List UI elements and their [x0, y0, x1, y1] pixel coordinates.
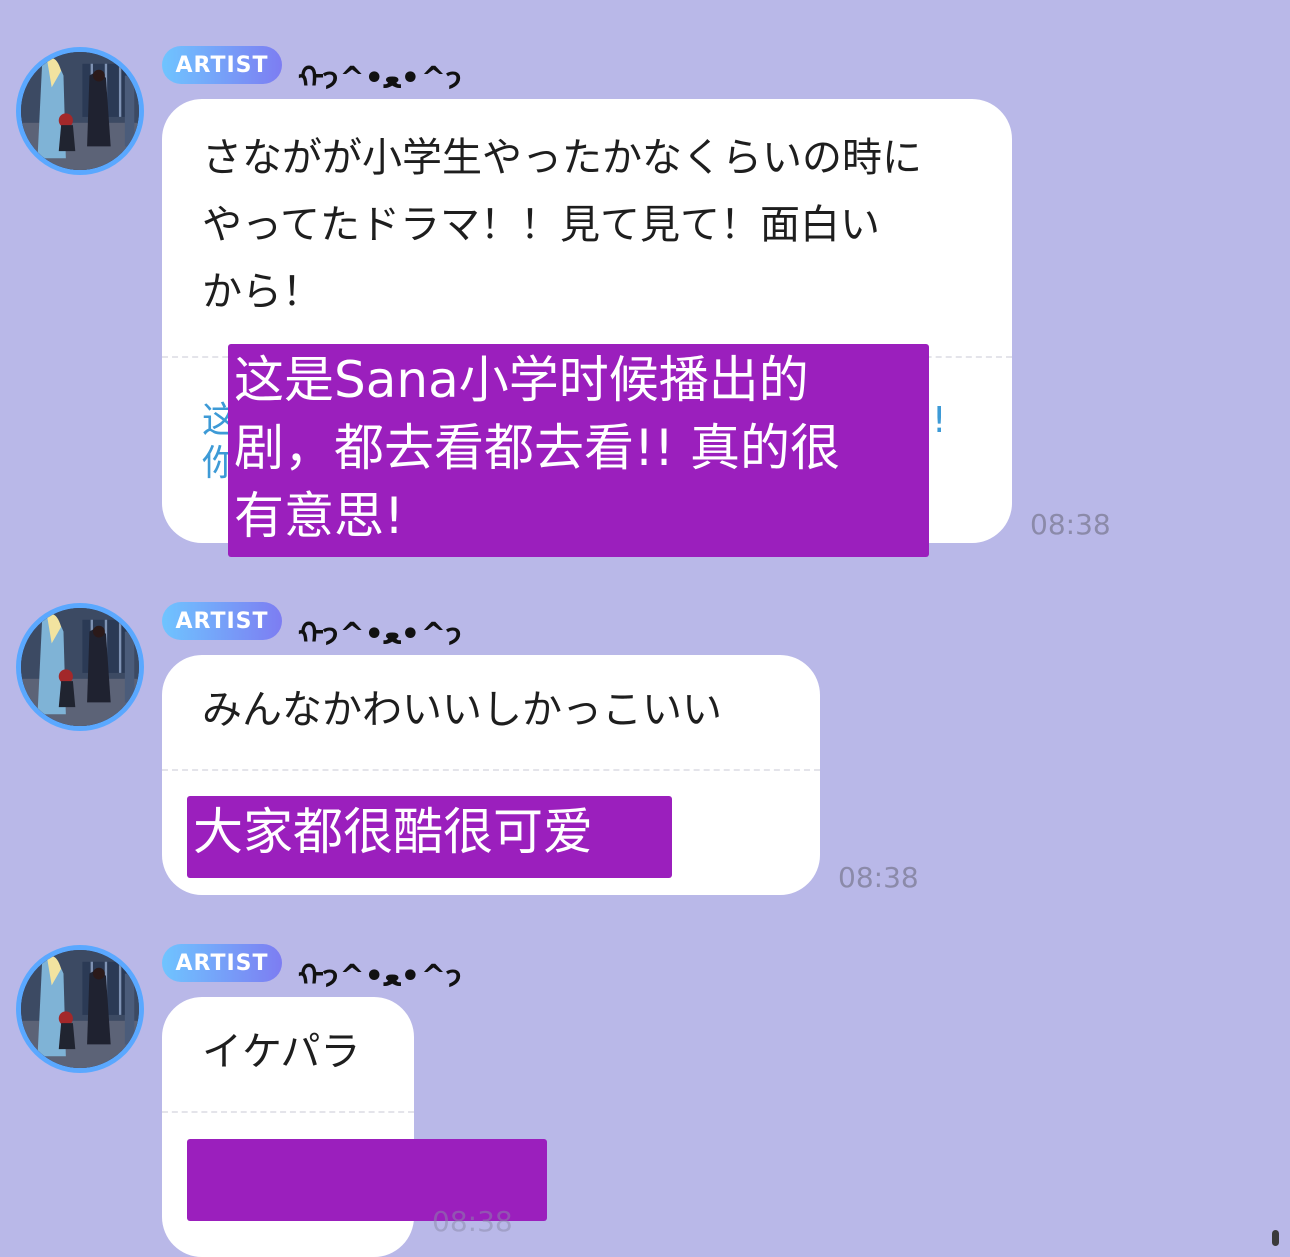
timestamp: 08:38 [432, 1205, 513, 1238]
timestamp: 08:38 [838, 861, 919, 894]
message-text: イケパラ [202, 1029, 361, 1075]
translation-overlay: 这是Sana小学时候播出的 剧，都去看都去看!! 真的很 有意思! [228, 344, 929, 557]
artist-badge: ARTIST [162, 944, 282, 982]
sender-name[interactable]: ᡣ𐭩^•ﻌ•^𐭩 [298, 942, 463, 997]
translation-overlay: 大家都很酷很可爱 [187, 796, 672, 878]
sender-name[interactable]: ᡣ𐭩^•ﻌ•^𐭩 [298, 44, 463, 99]
scrollbar[interactable] [1272, 1230, 1279, 1246]
avatar[interactable] [16, 47, 144, 175]
divider [162, 769, 820, 771]
timestamp: 08:38 [1030, 508, 1111, 541]
anime-scene-avatar-icon [21, 52, 139, 170]
message-text: さながが小学生やったかなくらいの時に やってたドラマ！！見て見て！面白い から！ [202, 135, 922, 315]
artist-badge: ARTIST [162, 46, 282, 84]
message-text: みんなかわいいしかっこいい [202, 687, 722, 733]
anime-scene-avatar-icon [21, 950, 139, 1068]
translation-tail: ! [932, 400, 947, 441]
avatar[interactable] [16, 945, 144, 1073]
anime-scene-avatar-icon [21, 608, 139, 726]
artist-badge: ARTIST [162, 602, 282, 640]
sender-name[interactable]: ᡣ𐭩^•ﻌ•^𐭩 [298, 600, 463, 655]
avatar[interactable] [16, 603, 144, 731]
divider [162, 1111, 414, 1113]
